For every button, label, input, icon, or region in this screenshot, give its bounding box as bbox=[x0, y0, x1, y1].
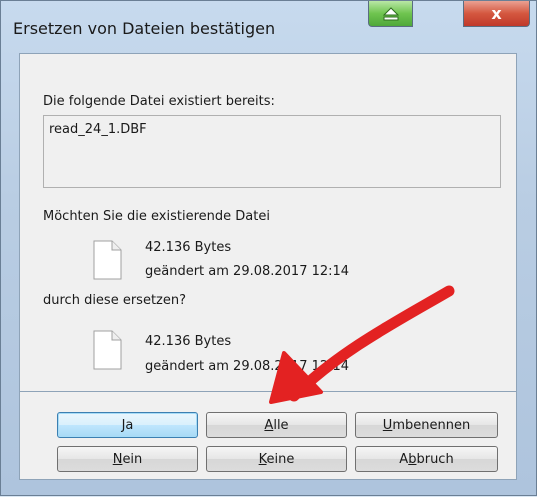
nein-button[interactable]: Nein bbox=[57, 446, 198, 472]
question-replace-label: durch diese ersetzen? bbox=[43, 293, 187, 308]
alle-button-label: Alle bbox=[264, 418, 288, 433]
close-icon: x bbox=[491, 4, 502, 23]
new-file-modified: geändert am 29.08.2017 12:14 bbox=[145, 359, 350, 374]
alle-button[interactable]: Alle bbox=[206, 412, 347, 438]
existing-file-icon bbox=[93, 240, 122, 280]
existing-file-modified: geändert am 29.08.2017 12:14 bbox=[145, 264, 350, 279]
keine-button[interactable]: Keine bbox=[206, 446, 347, 472]
close-button[interactable]: x bbox=[463, 1, 530, 27]
button-area: Ja Alle Umbenennen Nein Keine Abbruch bbox=[19, 392, 517, 480]
replace-file-dialog: Ersetzen von Dateien bestätigen x Die fo… bbox=[0, 0, 537, 496]
keine-button-label: Keine bbox=[259, 452, 295, 467]
umbenennen-mnemonic: U bbox=[382, 417, 393, 433]
abbruch-pre: A bbox=[399, 451, 409, 467]
nein-mnemonic: N bbox=[112, 451, 123, 467]
new-file-icon bbox=[93, 330, 122, 370]
umbenennen-button-label: Umbenennen bbox=[383, 418, 470, 433]
ja-button-label: Ja bbox=[121, 417, 134, 433]
nein-button-label: Nein bbox=[113, 452, 143, 467]
question-existing-label: Möchten Sie die existierende Datei bbox=[43, 209, 270, 224]
umbenennen-button[interactable]: Umbenennen bbox=[355, 412, 498, 438]
filename-text: read_24_1.DBF bbox=[49, 122, 147, 137]
umbenennen-rest: mbenennen bbox=[392, 417, 471, 433]
nein-rest: ein bbox=[122, 451, 143, 467]
keine-mnemonic: K bbox=[258, 451, 267, 467]
alle-rest: lle bbox=[273, 417, 289, 433]
keine-rest: eine bbox=[266, 451, 295, 467]
file-exists-label: Die folgende Datei existiert bereits: bbox=[43, 94, 275, 109]
ja-button[interactable]: Ja bbox=[57, 412, 198, 438]
alle-mnemonic: A bbox=[264, 417, 274, 433]
content-inner: Die folgende Datei existiert bereits: re… bbox=[32, 66, 504, 386]
eject-icon bbox=[382, 6, 399, 20]
new-file-size: 42.136 Bytes bbox=[145, 334, 232, 349]
existing-file-size: 42.136 Bytes bbox=[145, 240, 232, 255]
window-title: Ersetzen von Dateien bestätigen bbox=[13, 19, 276, 38]
abbruch-rest: bruch bbox=[416, 451, 454, 467]
dialog-content: Die folgende Datei existiert bereits: re… bbox=[19, 53, 517, 392]
filename-box: read_24_1.DBF bbox=[43, 115, 501, 188]
abbruch-button-label: Abbruch bbox=[399, 452, 453, 467]
titlebar-green-button[interactable] bbox=[368, 1, 413, 27]
abbruch-button[interactable]: Abbruch bbox=[355, 446, 498, 472]
